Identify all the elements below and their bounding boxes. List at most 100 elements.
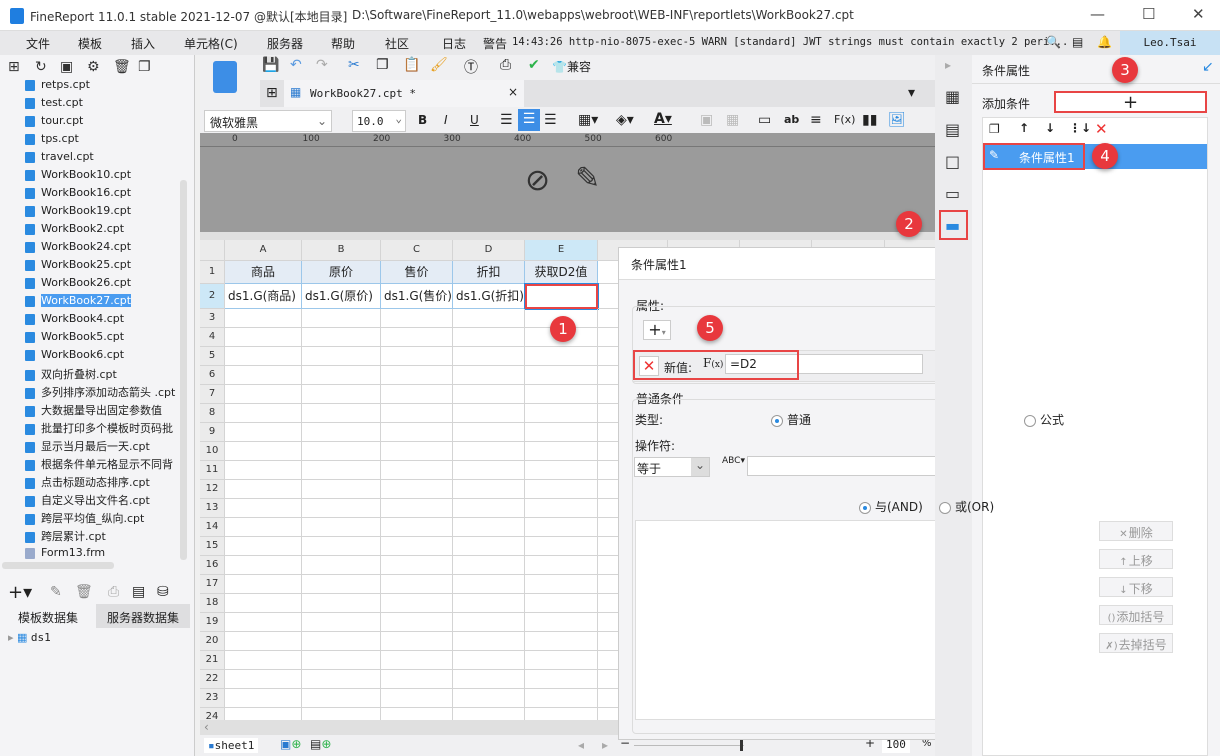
grid-cell[interactable] bbox=[225, 404, 302, 423]
grid-cell[interactable] bbox=[453, 404, 525, 423]
grid-cell[interactable]: ds1.G(商品) bbox=[225, 284, 302, 309]
sheet-tab[interactable]: ▪sheet1 bbox=[204, 738, 259, 753]
file-item[interactable]: 多列排序添加动态箭头 .cpt bbox=[25, 384, 185, 402]
grid-cell[interactable] bbox=[302, 632, 381, 651]
menu-help[interactable]: 帮助 bbox=[331, 35, 355, 52]
grid-cell[interactable] bbox=[225, 309, 302, 328]
undo-icon[interactable]: ↶ bbox=[290, 57, 302, 73]
grid-cell[interactable] bbox=[525, 404, 598, 423]
grid-cell[interactable] bbox=[525, 708, 598, 720]
grid-cell[interactable] bbox=[525, 442, 598, 461]
add-form-sheet-icon[interactable]: ▤⊕ bbox=[310, 737, 331, 751]
text-field-icon[interactable]: ▭ bbox=[758, 112, 771, 128]
grid-cell[interactable] bbox=[302, 594, 381, 613]
grid-cell[interactable] bbox=[381, 309, 453, 328]
menu-insert[interactable]: 插入 bbox=[131, 35, 155, 52]
grid-cell[interactable] bbox=[381, 556, 453, 575]
grid-cell[interactable] bbox=[453, 632, 525, 651]
grid-cell[interactable] bbox=[453, 347, 525, 366]
dataset-ds1[interactable]: ▸ ▦ ds1 bbox=[8, 631, 51, 644]
next-sheet-icon[interactable]: ▸ bbox=[602, 738, 608, 752]
grid-cell[interactable] bbox=[525, 689, 598, 708]
grid-cell[interactable] bbox=[381, 689, 453, 708]
user-name[interactable]: Leo.Tsai bbox=[1120, 31, 1220, 55]
grid-cell[interactable] bbox=[381, 423, 453, 442]
grid-cell[interactable] bbox=[525, 461, 598, 480]
maximize-button[interactable]: ☐ bbox=[1142, 5, 1155, 23]
file-item[interactable]: WorkBook6.cpt bbox=[25, 348, 185, 366]
grid-cell[interactable] bbox=[302, 366, 381, 385]
grid-cell[interactable]: 售价 bbox=[381, 261, 453, 284]
row-header[interactable]: 8 bbox=[200, 404, 225, 423]
widget-icon[interactable]: ▭ bbox=[945, 184, 960, 203]
preview-icon[interactable]: ⎙ bbox=[108, 584, 119, 600]
tab-workbook27[interactable]: ▦ WorkBook27.cpt * × bbox=[284, 80, 524, 107]
grid-cell[interactable] bbox=[225, 689, 302, 708]
template-icon[interactable] bbox=[213, 61, 237, 93]
grid-cell[interactable] bbox=[225, 613, 302, 632]
file-item[interactable]: 点击标题动态排序.cpt bbox=[25, 474, 185, 492]
value-type-icon[interactable]: ABC▾ bbox=[722, 456, 745, 466]
grid-cell[interactable] bbox=[453, 537, 525, 556]
row-header[interactable]: 10 bbox=[200, 442, 225, 461]
row-header[interactable]: 12 bbox=[200, 480, 225, 499]
grid-cell[interactable] bbox=[381, 575, 453, 594]
grid-cell[interactable] bbox=[381, 651, 453, 670]
add-bracket-button[interactable]: ()添加括号 bbox=[1099, 605, 1173, 625]
move-down-button[interactable]: ↓下移 bbox=[1099, 577, 1173, 597]
grid-cell[interactable] bbox=[453, 309, 525, 328]
search-icon[interactable]: 🔍 bbox=[1046, 35, 1061, 49]
tab-close-button[interactable]: × bbox=[508, 85, 518, 99]
cut-icon[interactable]: ✂ bbox=[348, 57, 360, 73]
grid-cell[interactable] bbox=[225, 499, 302, 518]
file-item[interactable]: WorkBook5.cpt bbox=[25, 330, 185, 348]
grid-cell[interactable] bbox=[524, 283, 599, 310]
splitter[interactable] bbox=[200, 232, 935, 240]
grid-cell[interactable] bbox=[225, 708, 302, 720]
delete-condition-button[interactable]: ✕删除 bbox=[1099, 521, 1173, 541]
row-header[interactable]: 21 bbox=[200, 651, 225, 670]
grid-cell[interactable] bbox=[525, 537, 598, 556]
grid-cell[interactable] bbox=[525, 423, 598, 442]
column-header[interactable]: B bbox=[302, 240, 381, 261]
grid-cell[interactable] bbox=[381, 632, 453, 651]
row-header[interactable]: 24 bbox=[200, 708, 225, 720]
menu-cell[interactable]: 单元格(C) bbox=[184, 35, 238, 52]
grid-cell[interactable] bbox=[302, 423, 381, 442]
menu-community[interactable]: 社区 bbox=[385, 35, 409, 52]
text-search-icon[interactable]: Ⓣ bbox=[464, 57, 478, 77]
grid-cell[interactable] bbox=[381, 347, 453, 366]
file-item[interactable]: 双向折叠树.cpt bbox=[25, 366, 185, 384]
menu-server[interactable]: 服务器 bbox=[267, 35, 303, 52]
add-sheet-icon[interactable]: ▣⊕ bbox=[280, 737, 301, 751]
image-icon[interactable]: 🖼 bbox=[888, 112, 906, 128]
row-header[interactable]: 22 bbox=[200, 670, 225, 689]
row-header[interactable]: 9 bbox=[200, 423, 225, 442]
cell-attr-icon[interactable]: ▤ bbox=[945, 120, 960, 139]
grid-cell[interactable] bbox=[225, 575, 302, 594]
grid-cell[interactable] bbox=[225, 328, 302, 347]
grid-cell[interactable] bbox=[453, 461, 525, 480]
close-button[interactable]: ✕ bbox=[1192, 5, 1205, 23]
log-button[interactable]: 日志 bbox=[442, 35, 466, 52]
row-header[interactable]: 19 bbox=[200, 613, 225, 632]
grid-cell[interactable] bbox=[453, 670, 525, 689]
tab-menu-icon[interactable]: ▾ bbox=[908, 85, 915, 101]
grid-cell[interactable] bbox=[453, 366, 525, 385]
row-header[interactable]: 20 bbox=[200, 632, 225, 651]
copy-icon[interactable]: ❐ bbox=[138, 59, 151, 75]
grid-cell[interactable]: ds1.G(售价) bbox=[381, 284, 453, 309]
row-header[interactable]: 13 bbox=[200, 499, 225, 518]
grid-cell[interactable] bbox=[302, 385, 381, 404]
warn-message[interactable]: 14:43:26 http-nio-8075-exec-5 WARN [stan… bbox=[512, 36, 1068, 48]
grid-cell[interactable]: 原价 bbox=[302, 261, 381, 284]
grid-cell[interactable] bbox=[381, 613, 453, 632]
zoom-slider-handle[interactable] bbox=[740, 739, 743, 751]
view-icon[interactable]: ▣ bbox=[60, 59, 73, 75]
file-item[interactable]: WorkBook16.cpt bbox=[25, 186, 185, 204]
grid-cell[interactable] bbox=[302, 442, 381, 461]
grid-cell[interactable] bbox=[302, 537, 381, 556]
row-header[interactable]: 23 bbox=[200, 689, 225, 708]
pencil-icon[interactable]: ✎ bbox=[575, 161, 600, 196]
menu-file[interactable]: 文件 bbox=[26, 35, 50, 52]
